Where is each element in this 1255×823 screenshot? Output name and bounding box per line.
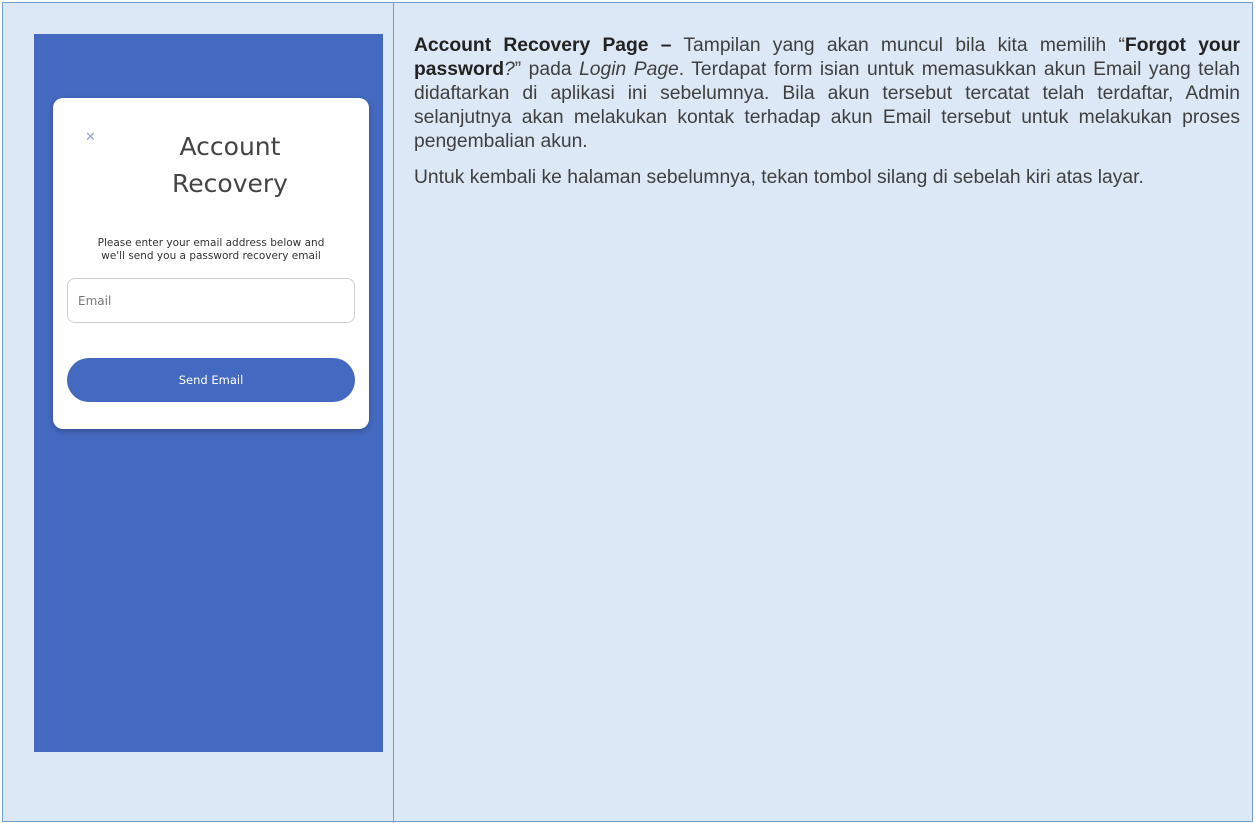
question-mark: ? xyxy=(504,59,515,80)
send-email-button[interactable]: Send Email xyxy=(67,358,355,402)
description-paragraph-1: Account Recovery Page – Tampilan yang ak… xyxy=(414,34,1240,154)
title-line-1: Account xyxy=(179,132,281,161)
card-title: Account Recovery xyxy=(113,128,347,202)
p1-text-1: Tampilan yang akan muncul bila kita memi… xyxy=(671,35,1125,56)
p1-text-2: ” pada xyxy=(514,59,580,80)
description-line-2: we'll send you a password recovery email xyxy=(101,250,321,262)
description-line-1: Please enter your email address below an… xyxy=(97,237,325,249)
title-line-2: Recovery xyxy=(172,169,288,198)
cell-divider xyxy=(393,3,394,823)
description-cell: Account Recovery Page – Tampilan yang ak… xyxy=(414,34,1240,202)
email-field[interactable] xyxy=(67,278,355,323)
login-page-term: Login Page xyxy=(579,59,679,80)
document-table: ✕ Account Recovery Please enter your emai… xyxy=(2,2,1253,823)
app-screenshot: ✕ Account Recovery Please enter your emai… xyxy=(34,34,383,752)
account-recovery-card: ✕ Account Recovery Please enter your emai… xyxy=(53,98,369,429)
card-description: Please enter your email address below an… xyxy=(63,237,359,263)
section-heading: Account Recovery Page – xyxy=(414,35,672,56)
close-icon[interactable]: ✕ xyxy=(85,131,96,144)
description-paragraph-2: Untuk kembali ke halaman sebelumnya, tek… xyxy=(414,167,1144,188)
